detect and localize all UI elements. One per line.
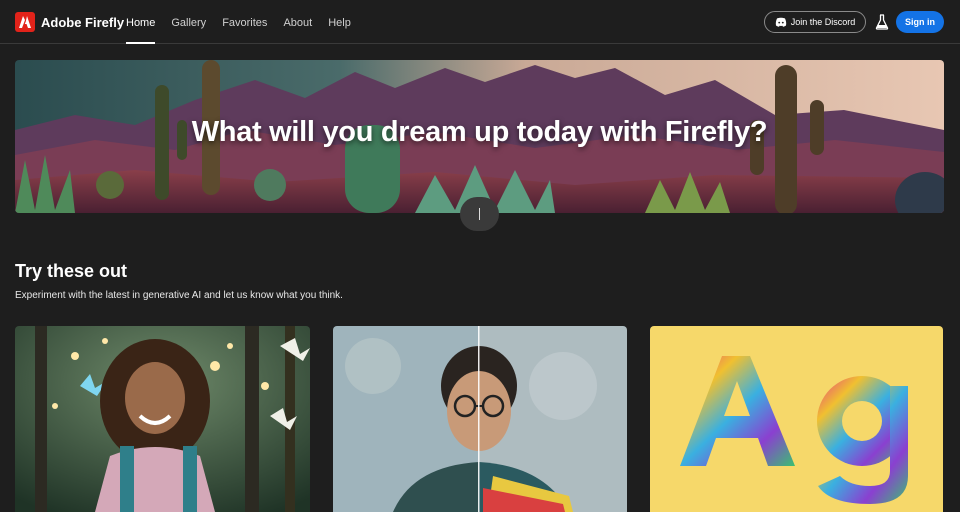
discord-icon — [775, 17, 786, 27]
prompt-input-handle[interactable] — [460, 197, 499, 231]
girl-with-butterflies-image — [15, 326, 310, 512]
join-discord-label: Join the Discord — [790, 17, 856, 27]
section-subtitle: Experiment with the latest in generative… — [15, 290, 343, 301]
sign-in-button[interactable]: Sign in — [896, 11, 944, 33]
nav-gallery[interactable]: Gallery — [171, 0, 206, 44]
brand-logo[interactable]: Adobe Firefly — [15, 12, 124, 32]
flask-icon[interactable] — [875, 14, 889, 30]
join-discord-button[interactable]: Join the Discord — [764, 11, 866, 33]
hero-title: What will you dream up today with Firefl… — [191, 116, 768, 148]
colorful-fur-text-image — [650, 326, 943, 512]
adobe-logo-icon — [15, 12, 35, 32]
top-nav-bar: Adobe Firefly Home Gallery Favorites Abo… — [0, 0, 960, 44]
brand-name: Adobe Firefly — [41, 14, 125, 30]
nav-favorites[interactable]: Favorites — [222, 0, 267, 44]
feature-card-1[interactable] — [15, 326, 310, 512]
man-with-glasses-before-after-image — [333, 326, 627, 512]
main-nav: Home Gallery Favorites About Help — [126, 0, 367, 44]
nav-help[interactable]: Help — [328, 0, 351, 44]
section-title: Try these out — [15, 261, 128, 281]
nav-home[interactable]: Home — [126, 0, 156, 44]
feature-card-2[interactable] — [333, 326, 627, 512]
feature-card-3[interactable] — [650, 326, 943, 512]
hero-banner: What will you dream up today with Firefl… — [15, 60, 944, 213]
nav-about[interactable]: About — [283, 0, 312, 44]
